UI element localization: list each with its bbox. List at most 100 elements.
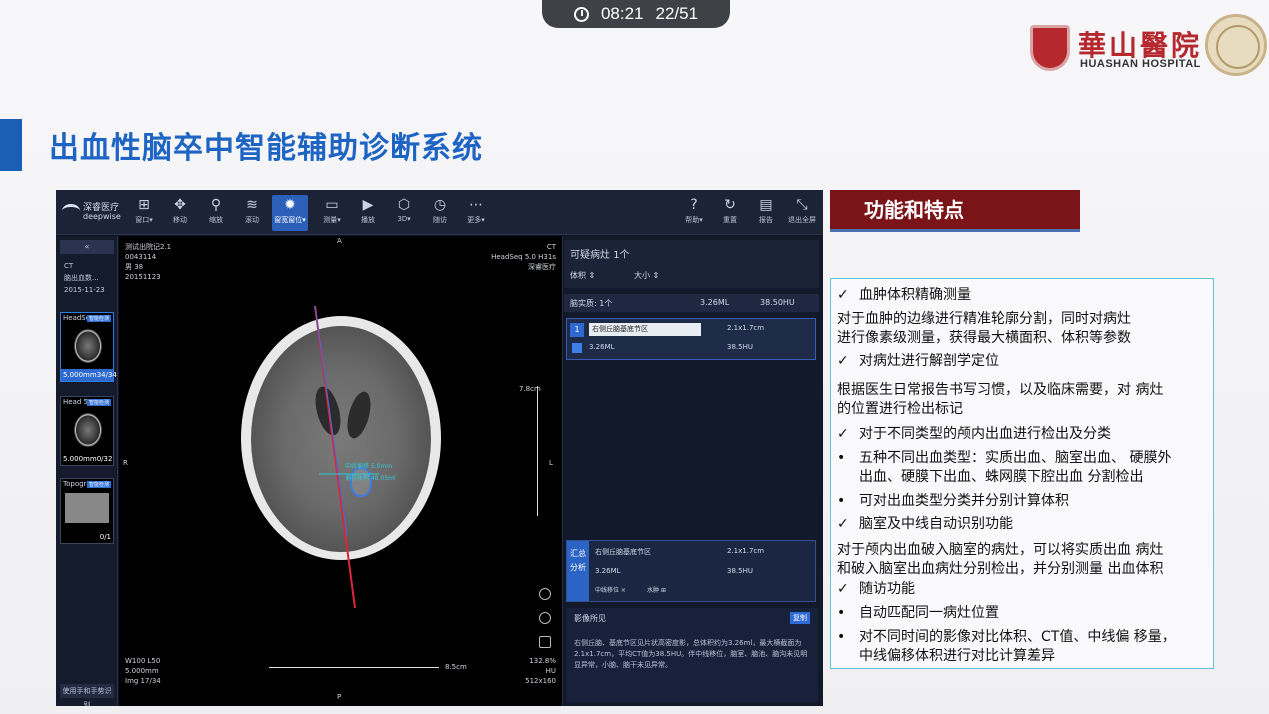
slice-thickness: 5.000mm xyxy=(125,667,159,675)
toolbar-measure-button[interactable]: ▭ 测量▾ xyxy=(314,195,350,231)
copy-findings-button[interactable]: 复制 xyxy=(790,612,810,624)
shift-volume-label: 偏移体积 48.05ml xyxy=(345,475,396,482)
more-icon: ⋯ xyxy=(469,197,483,213)
toolbar-report-button[interactable]: ▤ 报告 xyxy=(748,195,784,231)
feature-line: ✓ 脑室及中线自动识别功能 xyxy=(837,516,1013,533)
feature-text: 五种不同出血类型：实质出血、脑室出血、 硬膜外 xyxy=(859,450,1172,466)
toolbar-3d-button[interactable]: ⬡ 3D▾ xyxy=(386,195,422,231)
vertical-scale-ruler xyxy=(530,386,538,516)
study-date: 2015-11-23 xyxy=(64,286,105,294)
lesion-card[interactable]: 1 右侧丘脑基底节区 2.1x1.7cm 3.26ML 38.5HU xyxy=(566,318,816,360)
feature-line: ✓ 血肿体积精确测量 xyxy=(837,287,971,304)
findings-text: 右侧丘脑、基底节区见片状高密度影，总体积约为3.26ml，最大横截面为2.1x1… xyxy=(574,639,808,669)
toolbar-label: 更多▾ xyxy=(467,216,485,224)
toolbar-help-button[interactable]: ? 帮助▾ xyxy=(676,195,712,231)
status-time: 08:21 xyxy=(600,4,644,23)
diagnosis-app-window: 深睿医疗 deepwise ⊞ 窗口▾ ✥ 移动 ⚲ 缩放 ≋ 滚动 ✹ 窗宽窗位▾ ▭ 测… xyxy=(56,190,823,706)
app-logo: 深睿医疗 deepwise xyxy=(62,198,124,228)
lesion-location-select[interactable]: 右侧丘脑基底节区 xyxy=(589,323,701,336)
summary-volume: 3.26ML xyxy=(595,567,621,575)
zoom-level: 132.8% xyxy=(529,657,556,665)
feature-line: 的位置进行检出标记 xyxy=(837,401,963,418)
slide: 08:21 22/51 華山醫院 HUASHAN HOSPITAL 出血性脑卒中… xyxy=(0,0,1269,714)
title-accent-bar xyxy=(0,119,22,171)
frame-tool-icon[interactable] xyxy=(539,636,551,648)
summary-label-2: 分析 xyxy=(570,563,586,572)
sort-by-size[interactable]: 大小 ⇕ xyxy=(634,270,659,281)
series-count: 34/34 xyxy=(96,371,117,379)
summary-label-1: 汇总 xyxy=(570,549,586,558)
series-footer: 5.000mm 0/32 xyxy=(61,453,113,465)
toolbar-move-button[interactable]: ✥ 移动 xyxy=(162,195,198,231)
findings-title: 影像所见 xyxy=(574,614,606,623)
series-thumbnail[interactable]: Head 5 智能检测 5.000mm 0/32 xyxy=(60,396,114,466)
zoom-icon: ⚲ xyxy=(210,197,222,213)
series-thumbnail[interactable]: Topogra... 智能检测 0/1 xyxy=(60,478,114,544)
edema-tag[interactable]: 水肿 ⊞ xyxy=(647,585,666,594)
lesions-title-text: 可疑病灶 xyxy=(570,250,610,261)
series-tag: 智能检测 xyxy=(86,481,111,488)
feature-line: • 对不同时间的影像对比体积、CT值、中线偏 移量， xyxy=(837,629,1176,646)
lesion-checkbox[interactable] xyxy=(572,343,582,353)
toolbar-window-level-button[interactable]: ✹ 窗宽窗位▾ xyxy=(272,195,308,231)
circle-tool-icon[interactable] xyxy=(539,612,551,624)
page-title: 出血性脑卒中智能辅助诊断系统 xyxy=(49,131,483,166)
toolbar-label: 移动 xyxy=(173,216,187,224)
summary-location: 右侧丘脑基底节区 xyxy=(595,548,651,556)
target-icon[interactable] xyxy=(539,588,551,600)
parenchyma-hu: 38.50HU xyxy=(760,298,795,307)
summary-analysis-tab[interactable]: 汇总 分析 xyxy=(567,541,589,601)
series-tag: 智能检测 xyxy=(86,399,111,406)
toolbar-label: 滚动 xyxy=(245,216,259,224)
midline-overlay xyxy=(314,305,379,609)
toolbar-label: 重置 xyxy=(723,216,737,224)
feature-line: 对于血肿的边缘进行精准轮廓分割，同时对病灶 xyxy=(837,311,1131,328)
feature-line: 出血、硬膜下出血、蛛网膜下腔出血 分割检出 xyxy=(859,469,1143,486)
layers-icon: ≋ xyxy=(246,197,258,213)
toolbar-reset-button[interactable]: ↻ 重置 xyxy=(712,195,748,231)
imaging-findings-panel: 影像所见 复制 右侧丘脑、基底节区见片状高密度影，总体积约为3.26ml，最大横… xyxy=(566,608,818,702)
ct-image-viewer[interactable]: 测试出院记2.1 0043114 男 38 20151123 CT HeadSe… xyxy=(119,236,563,706)
lesions-count: 1个 xyxy=(613,250,630,261)
toolbar-label: 测量▾ xyxy=(323,216,341,224)
clock-icon xyxy=(573,6,589,22)
hospital-name-en: HUASHAN HOSPITAL xyxy=(1080,58,1201,70)
toolbar-exit-fullscreen-button[interactable]: ⤡ 退出全屏 xyxy=(784,195,820,231)
image-index: Img 17/34 xyxy=(125,677,161,685)
hospital-shield-logo xyxy=(1030,25,1070,71)
parenchyma-volume: 3.26ML xyxy=(700,298,730,307)
series-thumbnail[interactable]: HeadSe 智能检测 5.000mm 34/34 xyxy=(60,312,117,382)
report-icon: ▤ xyxy=(759,197,773,213)
exit-fullscreen-icon: ⤡ xyxy=(796,197,808,213)
toolbar-followup-button[interactable]: ◷ 随访 xyxy=(422,195,458,231)
toolbar-scroll-button[interactable]: ≋ 滚动 xyxy=(234,195,270,231)
sort-by-volume[interactable]: 体积 ⇕ xyxy=(570,270,595,281)
toolbar-zoom-button[interactable]: ⚲ 缩放 xyxy=(198,195,234,231)
toolbar-play-button[interactable]: ▶ 播放 xyxy=(350,195,386,231)
parenchyma-summary-row[interactable]: 脑实质: 1个 3.26ML 38.50HU xyxy=(564,294,819,312)
play-icon: ▶ xyxy=(362,197,374,213)
toolbar-label: 窗口▾ xyxy=(135,216,153,224)
series-count: 0/1 xyxy=(99,533,111,541)
suspicious-lesions-title: 可疑病灶 1个 xyxy=(570,246,630,261)
series-footer: 5.000mm 34/34 xyxy=(61,369,117,381)
measure-icon: ▭ xyxy=(325,197,339,213)
gesture-mode-button[interactable]: 使用手和手势识别 xyxy=(60,684,114,706)
lesion-hu: 38.5HU xyxy=(727,343,753,351)
bullet-icon: • xyxy=(837,629,846,645)
presentation-status-pill: 08:21 22/51 xyxy=(542,0,730,28)
feature-text: 自动匹配同一病灶位置 xyxy=(859,605,999,621)
feature-text: 对病灶进行解剖学定位 xyxy=(859,353,999,369)
summary-hu: 38.5HU xyxy=(727,567,753,575)
toolbar-more-button[interactable]: ⋯ 更多▾ xyxy=(458,195,494,231)
feature-text: 脑室及中线自动识别功能 xyxy=(859,516,1013,532)
feature-text: 对于不同类型的颅内出血进行检出及分类 xyxy=(859,426,1111,442)
series-panel: « CT 脑出血数... 2015-11-23 HeadSe 智能检测 5.00… xyxy=(56,236,118,706)
collapse-panel-button[interactable]: « xyxy=(60,240,114,254)
toolbar-window-button[interactable]: ⊞ 窗口▾ xyxy=(126,195,162,231)
midline-shift-tag[interactable]: 中线移位 × xyxy=(595,585,626,594)
reset-icon: ↻ xyxy=(724,197,736,213)
series-label: Head 5 xyxy=(63,398,88,406)
viewer-window-info: W100 L50 5.000mm Img 17/34 xyxy=(125,656,161,686)
hu-unit: HU xyxy=(545,667,556,675)
